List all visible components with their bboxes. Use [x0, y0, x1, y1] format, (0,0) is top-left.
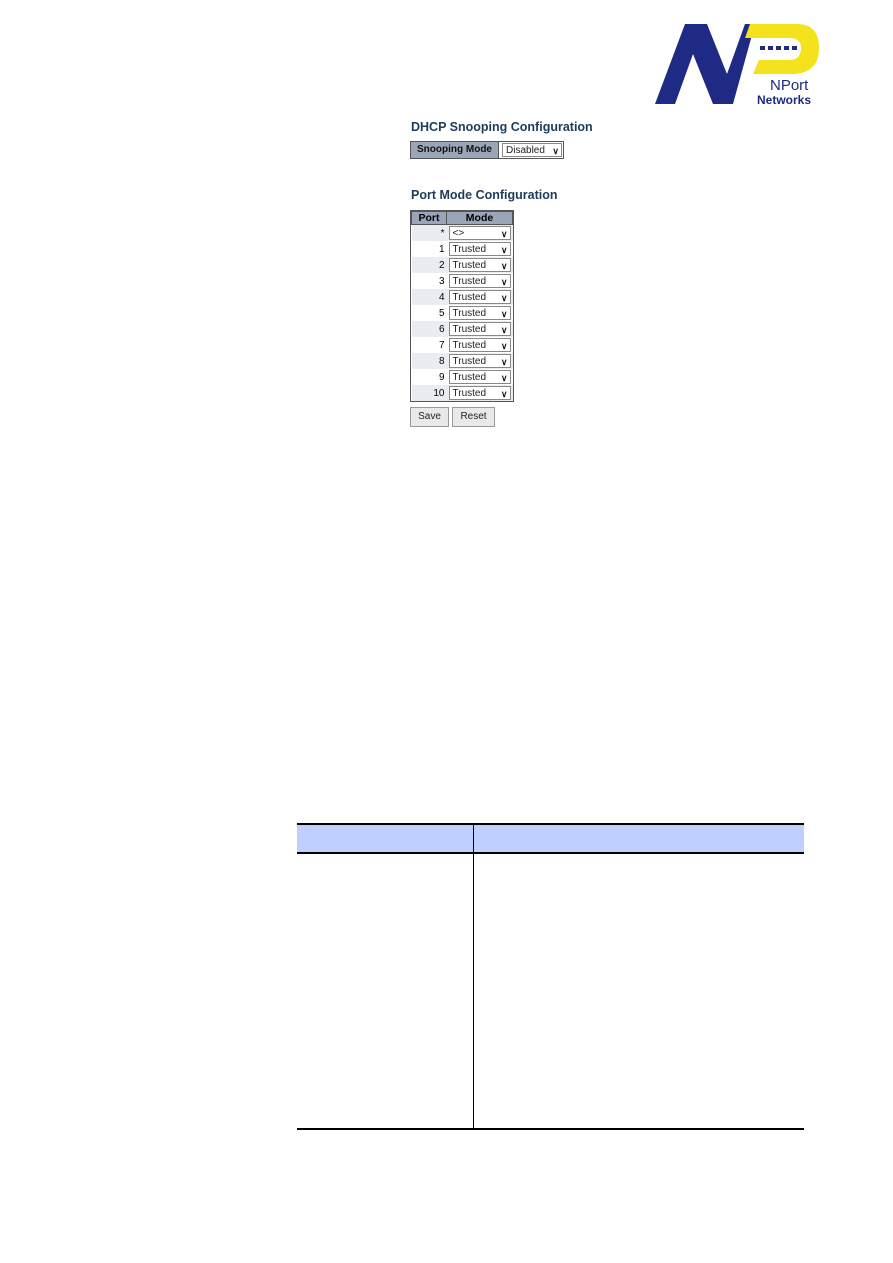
port-number: 9 [438, 371, 445, 383]
port-mode-title: Port Mode Configuration [411, 188, 558, 202]
port-mode-select[interactable]: Trusted ∨ [448, 242, 511, 256]
save-button[interactable]: Save [410, 407, 449, 427]
port-mode-select[interactable]: Trusted ∨ [448, 354, 511, 368]
port-row: 9 Trusted ∨ [412, 369, 513, 385]
column-divider [473, 825, 474, 1128]
port-row: 10 Trusted ∨ [411, 385, 513, 401]
port-mode-value: Trusted [452, 356, 487, 367]
port-row: 8 Trusted ∨ [411, 353, 513, 369]
port-mode-select[interactable]: Trusted ∨ [448, 370, 511, 384]
snooping-mode-value: Disabled [506, 145, 545, 156]
port-row: 3 Trusted ∨ [412, 273, 513, 289]
port-number: 6 [411, 321, 447, 337]
port-mode-select[interactable]: Trusted ∨ [448, 290, 511, 304]
port-mode-value: Trusted [452, 324, 487, 335]
chevron-down-icon: ∨ [500, 277, 508, 287]
port-row: * <> ∨ [411, 224, 513, 241]
port-mode-select[interactable]: <> ∨ [448, 226, 511, 240]
port-mode-select[interactable]: Trusted ∨ [448, 338, 511, 352]
port-row: 1 Trusted ∨ [412, 241, 513, 257]
port-mode-value: Trusted [452, 292, 487, 303]
port-row: 2 Trusted ∨ [411, 257, 513, 273]
port-number: * [411, 224, 447, 241]
chevron-down-icon: ∨ [500, 357, 508, 367]
chevron-down-icon: ∨ [500, 325, 508, 335]
dhcp-snooping-title: DHCP Snooping Configuration [411, 120, 593, 134]
port-mode-value: Trusted [452, 340, 487, 351]
port-row: 6 Trusted ∨ [411, 321, 513, 337]
mode-header: Mode [446, 211, 513, 225]
port-mode-value: Trusted [452, 388, 487, 399]
chevron-down-icon: ∨ [500, 309, 508, 319]
description-table-header [297, 825, 804, 854]
port-mode-select[interactable]: Trusted ∨ [448, 386, 511, 400]
chevron-down-icon: ∨ [500, 245, 508, 255]
chevron-down-icon: ∨ [500, 229, 508, 239]
chevron-down-icon: ∨ [500, 389, 508, 399]
reset-button[interactable]: Reset [452, 407, 495, 427]
port-mode-table: Port Mode * <> ∨ 1 Trusted ∨ 2 Trusted ∨ 3 Trusted ∨… [410, 210, 514, 402]
port-mode-value: <> [452, 228, 465, 239]
port-mode-select[interactable]: Trusted ∨ [448, 322, 511, 336]
port-mode-select[interactable]: Trusted ∨ [448, 274, 511, 288]
chevron-down-icon: ∨ [500, 373, 508, 383]
description-table [297, 823, 804, 1130]
port-row: 5 Trusted ∨ [412, 305, 513, 321]
chevron-down-icon: ∨ [500, 293, 508, 303]
port-number: 4 [411, 289, 447, 305]
port-number: 1 [438, 243, 445, 255]
snooping-mode-label: Snooping Mode [410, 141, 499, 159]
port-number: 10 [411, 385, 447, 401]
port-number: 5 [438, 307, 445, 319]
port-mode-value: Trusted [452, 260, 487, 271]
port-mode-value: Trusted [452, 308, 487, 319]
port-mode-value: Trusted [452, 244, 487, 255]
logo-text-nport: NPort [770, 77, 809, 94]
snooping-mode-select[interactable]: Disabled ∨ [502, 143, 562, 157]
snooping-mode-row: Snooping Mode Disabled ∨ [410, 141, 564, 159]
port-mode-value: Trusted [452, 372, 487, 383]
port-number: 2 [411, 257, 447, 273]
port-header: Port [411, 211, 447, 225]
port-row: 4 Trusted ∨ [411, 289, 513, 305]
port-number: 8 [411, 353, 447, 369]
chevron-down-icon: ∨ [500, 261, 508, 271]
chevron-down-icon: ∨ [500, 341, 508, 351]
logo-text-networks: Networks [757, 93, 811, 106]
port-number: 3 [438, 275, 445, 287]
chevron-down-icon: ∨ [552, 146, 559, 156]
nport-logo: NPort Networks [655, 22, 820, 107]
port-number: 7 [438, 339, 445, 351]
port-mode-select[interactable]: Trusted ∨ [448, 258, 511, 272]
port-row: 7 Trusted ∨ [412, 337, 513, 353]
port-mode-value: Trusted [452, 276, 487, 287]
port-mode-select[interactable]: Trusted ∨ [448, 306, 511, 320]
